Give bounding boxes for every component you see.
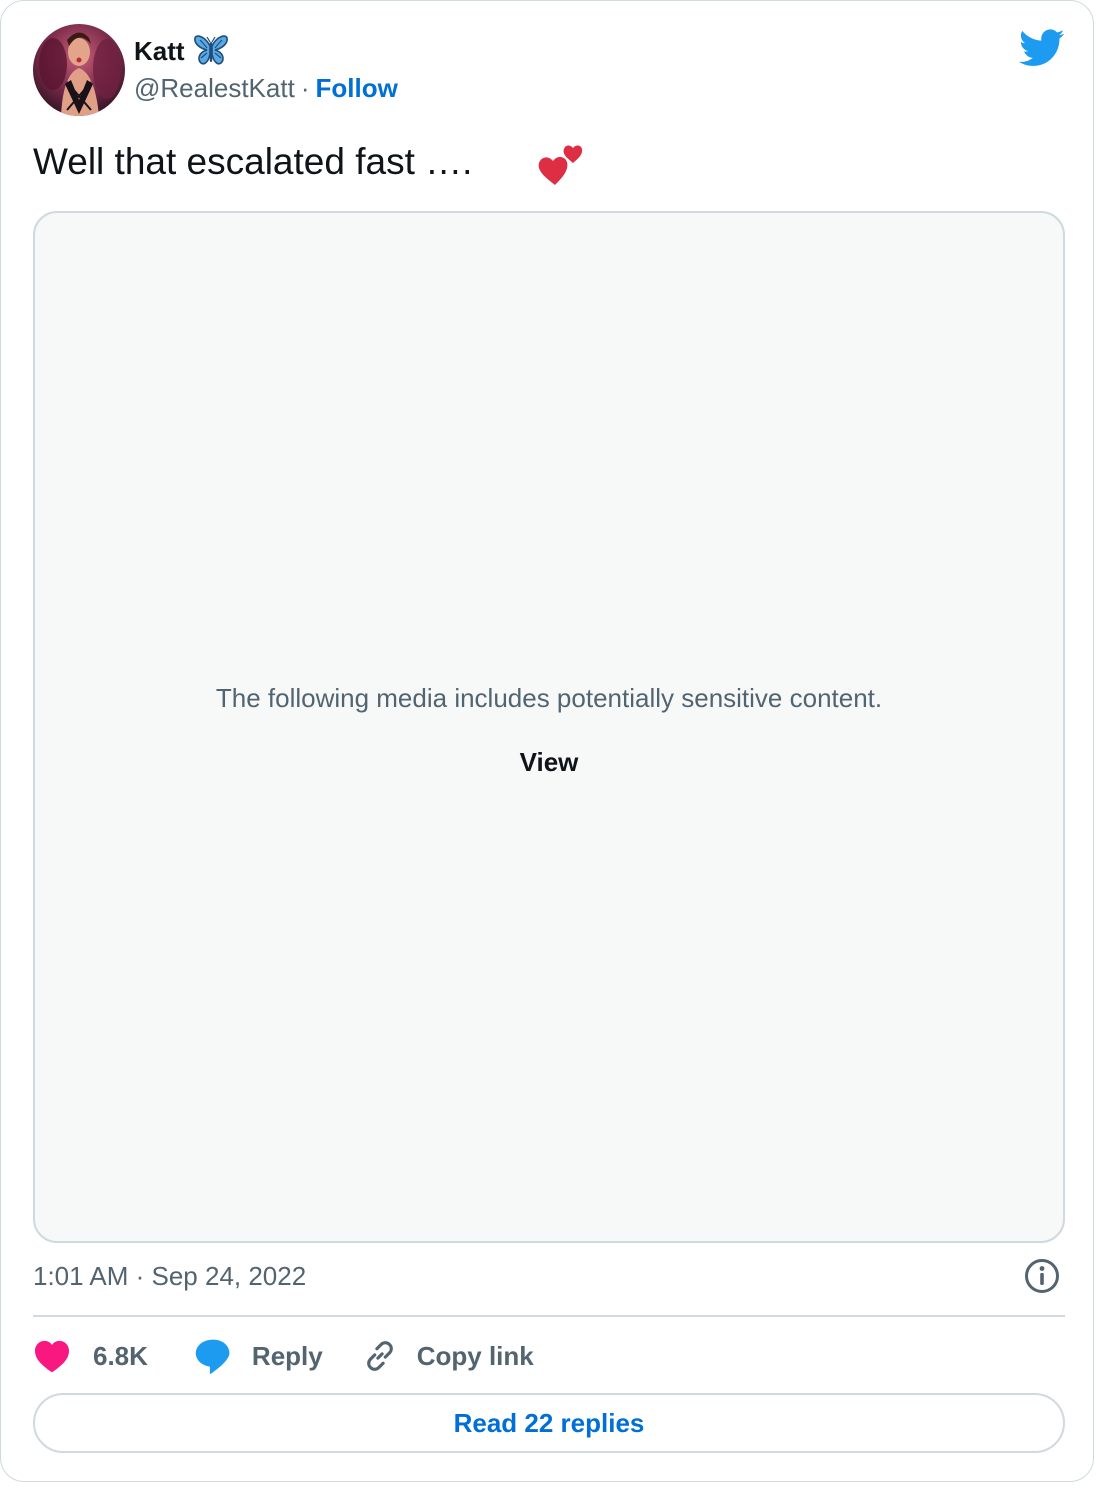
reply-label: Reply xyxy=(251,1340,323,1371)
twitter-bird-icon[interactable] xyxy=(1019,29,1065,67)
separator-dot: · xyxy=(300,73,310,103)
action-bar: 6.8K Reply Copy link xyxy=(33,1335,534,1377)
like-count: 6.8K xyxy=(93,1340,148,1371)
tweet-text: Well that escalated fast …. xyxy=(33,141,473,182)
heart-icon xyxy=(35,1340,69,1373)
like-button[interactable]: 6.8K xyxy=(33,1339,148,1373)
author-handle[interactable]: @RealestKatt xyxy=(134,73,295,103)
info-icon[interactable] xyxy=(1023,1257,1061,1295)
author-name-row: Katt xyxy=(134,33,229,69)
copy-link-button[interactable]: Copy link xyxy=(363,1339,534,1373)
view-media-button[interactable]: View xyxy=(35,747,1063,778)
butterfly-icon xyxy=(193,34,229,68)
speech-bubble-icon xyxy=(195,1339,230,1374)
two-hearts-icon xyxy=(537,139,587,189)
author-display-name[interactable]: Katt xyxy=(134,36,185,67)
read-replies-button[interactable]: Read 22 replies xyxy=(33,1393,1065,1453)
sensitive-media-warning: The following media includes potentially… xyxy=(215,683,883,713)
embedded-tweet-card: Katt @RealestKatt · Follow Well that escal… xyxy=(0,0,1094,1482)
author-handle-row: @RealestKatt · Follow xyxy=(134,73,398,104)
follow-link[interactable]: Follow xyxy=(315,73,397,103)
avatar[interactable] xyxy=(33,24,125,116)
sensitive-media-container: The following media includes potentially… xyxy=(33,211,1065,1243)
reply-button[interactable]: Reply xyxy=(194,1338,323,1374)
divider xyxy=(33,1315,1065,1317)
link-icon xyxy=(366,1341,393,1371)
copy-link-label: Copy link xyxy=(416,1340,534,1371)
tweet-timestamp[interactable]: 1:01 AM · Sep 24, 2022 xyxy=(33,1261,306,1292)
